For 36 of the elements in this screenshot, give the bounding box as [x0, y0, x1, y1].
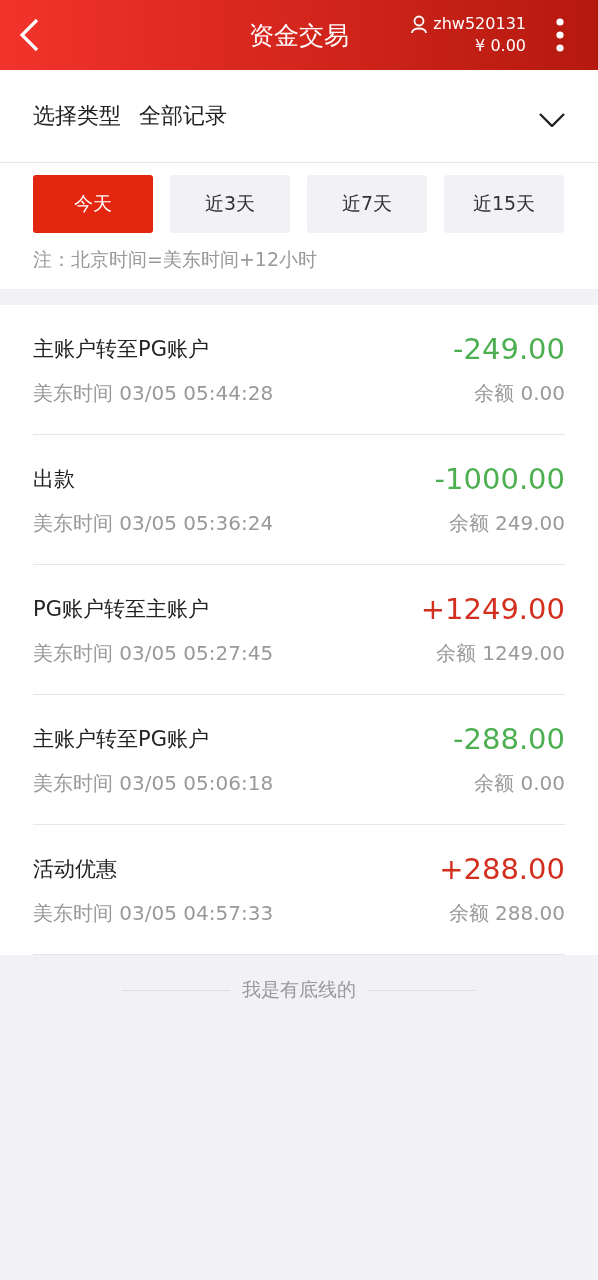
record-balance: 余额 0.00: [474, 380, 565, 407]
username: zhw520131: [433, 13, 526, 35]
record-title: 出款: [33, 466, 75, 493]
record-balance: 余额 249.00: [448, 510, 565, 537]
type-selector[interactable]: 选择类型 全部记录: [0, 70, 598, 163]
date-range-tab[interactable]: 近15天: [444, 175, 564, 233]
end-of-list-text: 我是有底线的: [242, 977, 356, 1002]
record-title: 主账户转至PG账户: [33, 336, 209, 363]
record-title: 活动优惠: [33, 856, 117, 883]
record-time: 美东时间 03/05 05:36:24: [33, 510, 274, 537]
back-icon[interactable]: [18, 18, 40, 52]
record-amount: -1000.00: [434, 462, 565, 496]
record-amount: +1249.00: [420, 592, 565, 626]
record-amount: -288.00: [453, 722, 565, 756]
record-time: 美东时间 03/05 05:44:28: [33, 380, 274, 407]
page-title: 资金交易: [248, 19, 350, 52]
user-icon: [411, 15, 428, 33]
record-time: 美东时间 03/05 04:57:33: [33, 900, 274, 927]
date-range-tab[interactable]: 近7天: [307, 175, 427, 233]
date-range-tab[interactable]: 近3天: [170, 175, 290, 233]
record-title: 主账户转至PG账户: [33, 726, 209, 753]
more-icon[interactable]: [556, 18, 564, 52]
record-amount: +288.00: [439, 852, 565, 886]
date-range-tab[interactable]: 今天: [33, 175, 153, 233]
account-balance: ¥ 0.00: [475, 35, 526, 57]
selector-label: 选择类型: [33, 102, 121, 130]
record-title: PG账户转至主账户: [33, 596, 209, 623]
record-balance: 余额 1249.00: [435, 640, 565, 667]
record-amount: -249.00: [453, 332, 565, 366]
selector-value: 全部记录: [139, 102, 227, 130]
timezone-note: 注：北京时间=美东时间+12小时: [33, 247, 319, 272]
record-time: 美东时间 03/05 05:27:45: [33, 640, 274, 667]
record-balance: 余额 0.00: [474, 770, 565, 797]
record-time: 美东时间 03/05 05:06:18: [33, 770, 274, 797]
record-balance: 余额 288.00: [448, 900, 565, 927]
chevron-down-icon: [539, 113, 565, 127]
